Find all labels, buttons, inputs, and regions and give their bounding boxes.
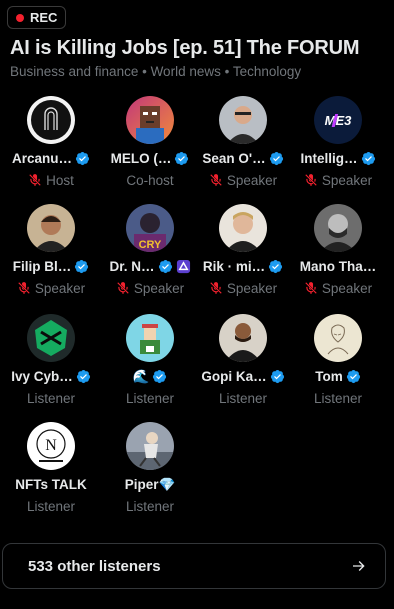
participant-name: MELO (…	[110, 151, 172, 166]
participant-13[interactable]: Piper💎 Listener	[102, 422, 198, 515]
mic-off-icon	[18, 282, 30, 294]
participant-role: Speaker	[226, 172, 278, 188]
mic-off-icon	[305, 174, 317, 186]
participant-name: 🌊	[132, 368, 150, 384]
other-listeners-button[interactable]: 533 other listeners	[2, 543, 386, 589]
participant-name: Intellig…	[300, 151, 358, 166]
mic-off-icon	[210, 282, 222, 294]
affiliate-badge-icon	[176, 259, 190, 274]
participant-role: Co-host	[126, 172, 174, 188]
avatar[interactable]	[314, 204, 362, 252]
participant-name: Mano Tha…	[299, 259, 377, 274]
participant-name: Arcanu…	[11, 151, 72, 166]
participant-12[interactable]: N NFTs TALK Listener	[3, 422, 99, 515]
participant-role: Listener	[26, 498, 76, 514]
verified-badge-icon	[361, 151, 375, 166]
mic-off-icon	[117, 282, 129, 294]
participant-5[interactable]: CRY Dr. N… Speaker	[102, 204, 198, 297]
svg-text:CRY: CRY	[139, 239, 162, 251]
participant-role: Host	[46, 172, 74, 188]
avatar[interactable]	[126, 96, 174, 144]
participant-name: Tom	[315, 369, 343, 384]
arrow-right-icon	[353, 561, 365, 571]
participant-0[interactable]: Arcanu… Host	[3, 96, 99, 189]
space-topics: Business and finance • World news • Tech…	[10, 64, 302, 79]
participant-11[interactable]: Tom Listener	[290, 314, 386, 407]
participant-role: Speaker	[321, 280, 373, 296]
space-title: AI is Killing Jobs [ep. 51] The FORUM	[10, 37, 360, 59]
participant-name: NFTs TALK	[15, 477, 87, 492]
verified-badge-icon	[75, 259, 89, 274]
participant-7[interactable]: Mano Tha… Speaker	[290, 204, 386, 297]
participant-role: Speaker	[321, 172, 373, 188]
participant-name: Sean O'…	[202, 151, 266, 166]
verified-badge-icon	[153, 369, 167, 384]
participant-name: Dr. N…	[109, 259, 155, 274]
verified-badge-icon	[75, 151, 90, 166]
participant-9[interactable]: 🌊 Listener	[102, 314, 198, 407]
avatar[interactable]	[126, 422, 174, 470]
avatar[interactable]	[27, 96, 75, 144]
avatar[interactable]	[314, 314, 362, 362]
participant-role: Listener	[26, 390, 76, 406]
participant-4[interactable]: Filip Bl… Speaker	[3, 204, 99, 297]
mic-off-icon	[29, 174, 41, 186]
verified-badge-icon	[175, 151, 189, 166]
svg-text:ME3: ME3	[325, 113, 353, 128]
other-listeners-label: 533 other listeners	[28, 557, 161, 575]
participant-6[interactable]: Rik · mi… Speaker	[195, 204, 291, 297]
participant-name: Ivy Cyb…	[11, 369, 73, 384]
avatar[interactable]: CRY	[126, 204, 174, 252]
avatar[interactable]	[219, 96, 267, 144]
verified-badge-icon	[158, 259, 172, 274]
participant-role: Speaker	[133, 280, 185, 296]
participant-3[interactable]: ME3 Intellig… Speaker	[290, 96, 386, 189]
participant-1[interactable]: MELO (… Co-host	[102, 96, 198, 189]
participant-name: Filip Bl…	[12, 259, 72, 274]
participant-name: Rik · mi…	[202, 259, 266, 274]
participant-role: Listener	[218, 390, 268, 406]
avatar[interactable]	[219, 204, 267, 252]
participant-8[interactable]: Ivy Cyb… Listener	[3, 314, 99, 407]
avatar[interactable]	[27, 314, 75, 362]
participant-role: Speaker	[34, 280, 86, 296]
avatar[interactable]	[219, 314, 267, 362]
avatar[interactable]: ME3	[314, 96, 362, 144]
verified-badge-icon	[346, 369, 360, 384]
verified-badge-icon	[270, 369, 284, 384]
verified-badge-icon	[76, 369, 90, 384]
participant-role: Speaker	[226, 280, 278, 296]
rec-label: REC	[30, 10, 58, 25]
verified-badge-icon	[269, 259, 283, 274]
participant-role: Listener	[313, 390, 363, 406]
participant-name: Piper💎	[124, 476, 176, 492]
participant-10[interactable]: Gopi Ka… Listener	[195, 314, 291, 407]
participant-role: Listener	[125, 390, 175, 406]
mic-off-icon	[305, 282, 317, 294]
avatar[interactable]: N	[27, 422, 75, 470]
participant-role: Listener	[125, 498, 175, 514]
verified-badge-icon	[269, 151, 283, 166]
rec-badge: REC	[7, 6, 66, 29]
avatar[interactable]	[126, 314, 174, 362]
mic-off-icon	[210, 174, 222, 186]
participant-2[interactable]: Sean O'… Speaker	[195, 96, 291, 189]
recording-dot-icon	[16, 13, 24, 22]
participant-name: Gopi Ka…	[201, 369, 267, 384]
svg-text:N: N	[45, 437, 57, 454]
avatar[interactable]	[27, 204, 75, 252]
